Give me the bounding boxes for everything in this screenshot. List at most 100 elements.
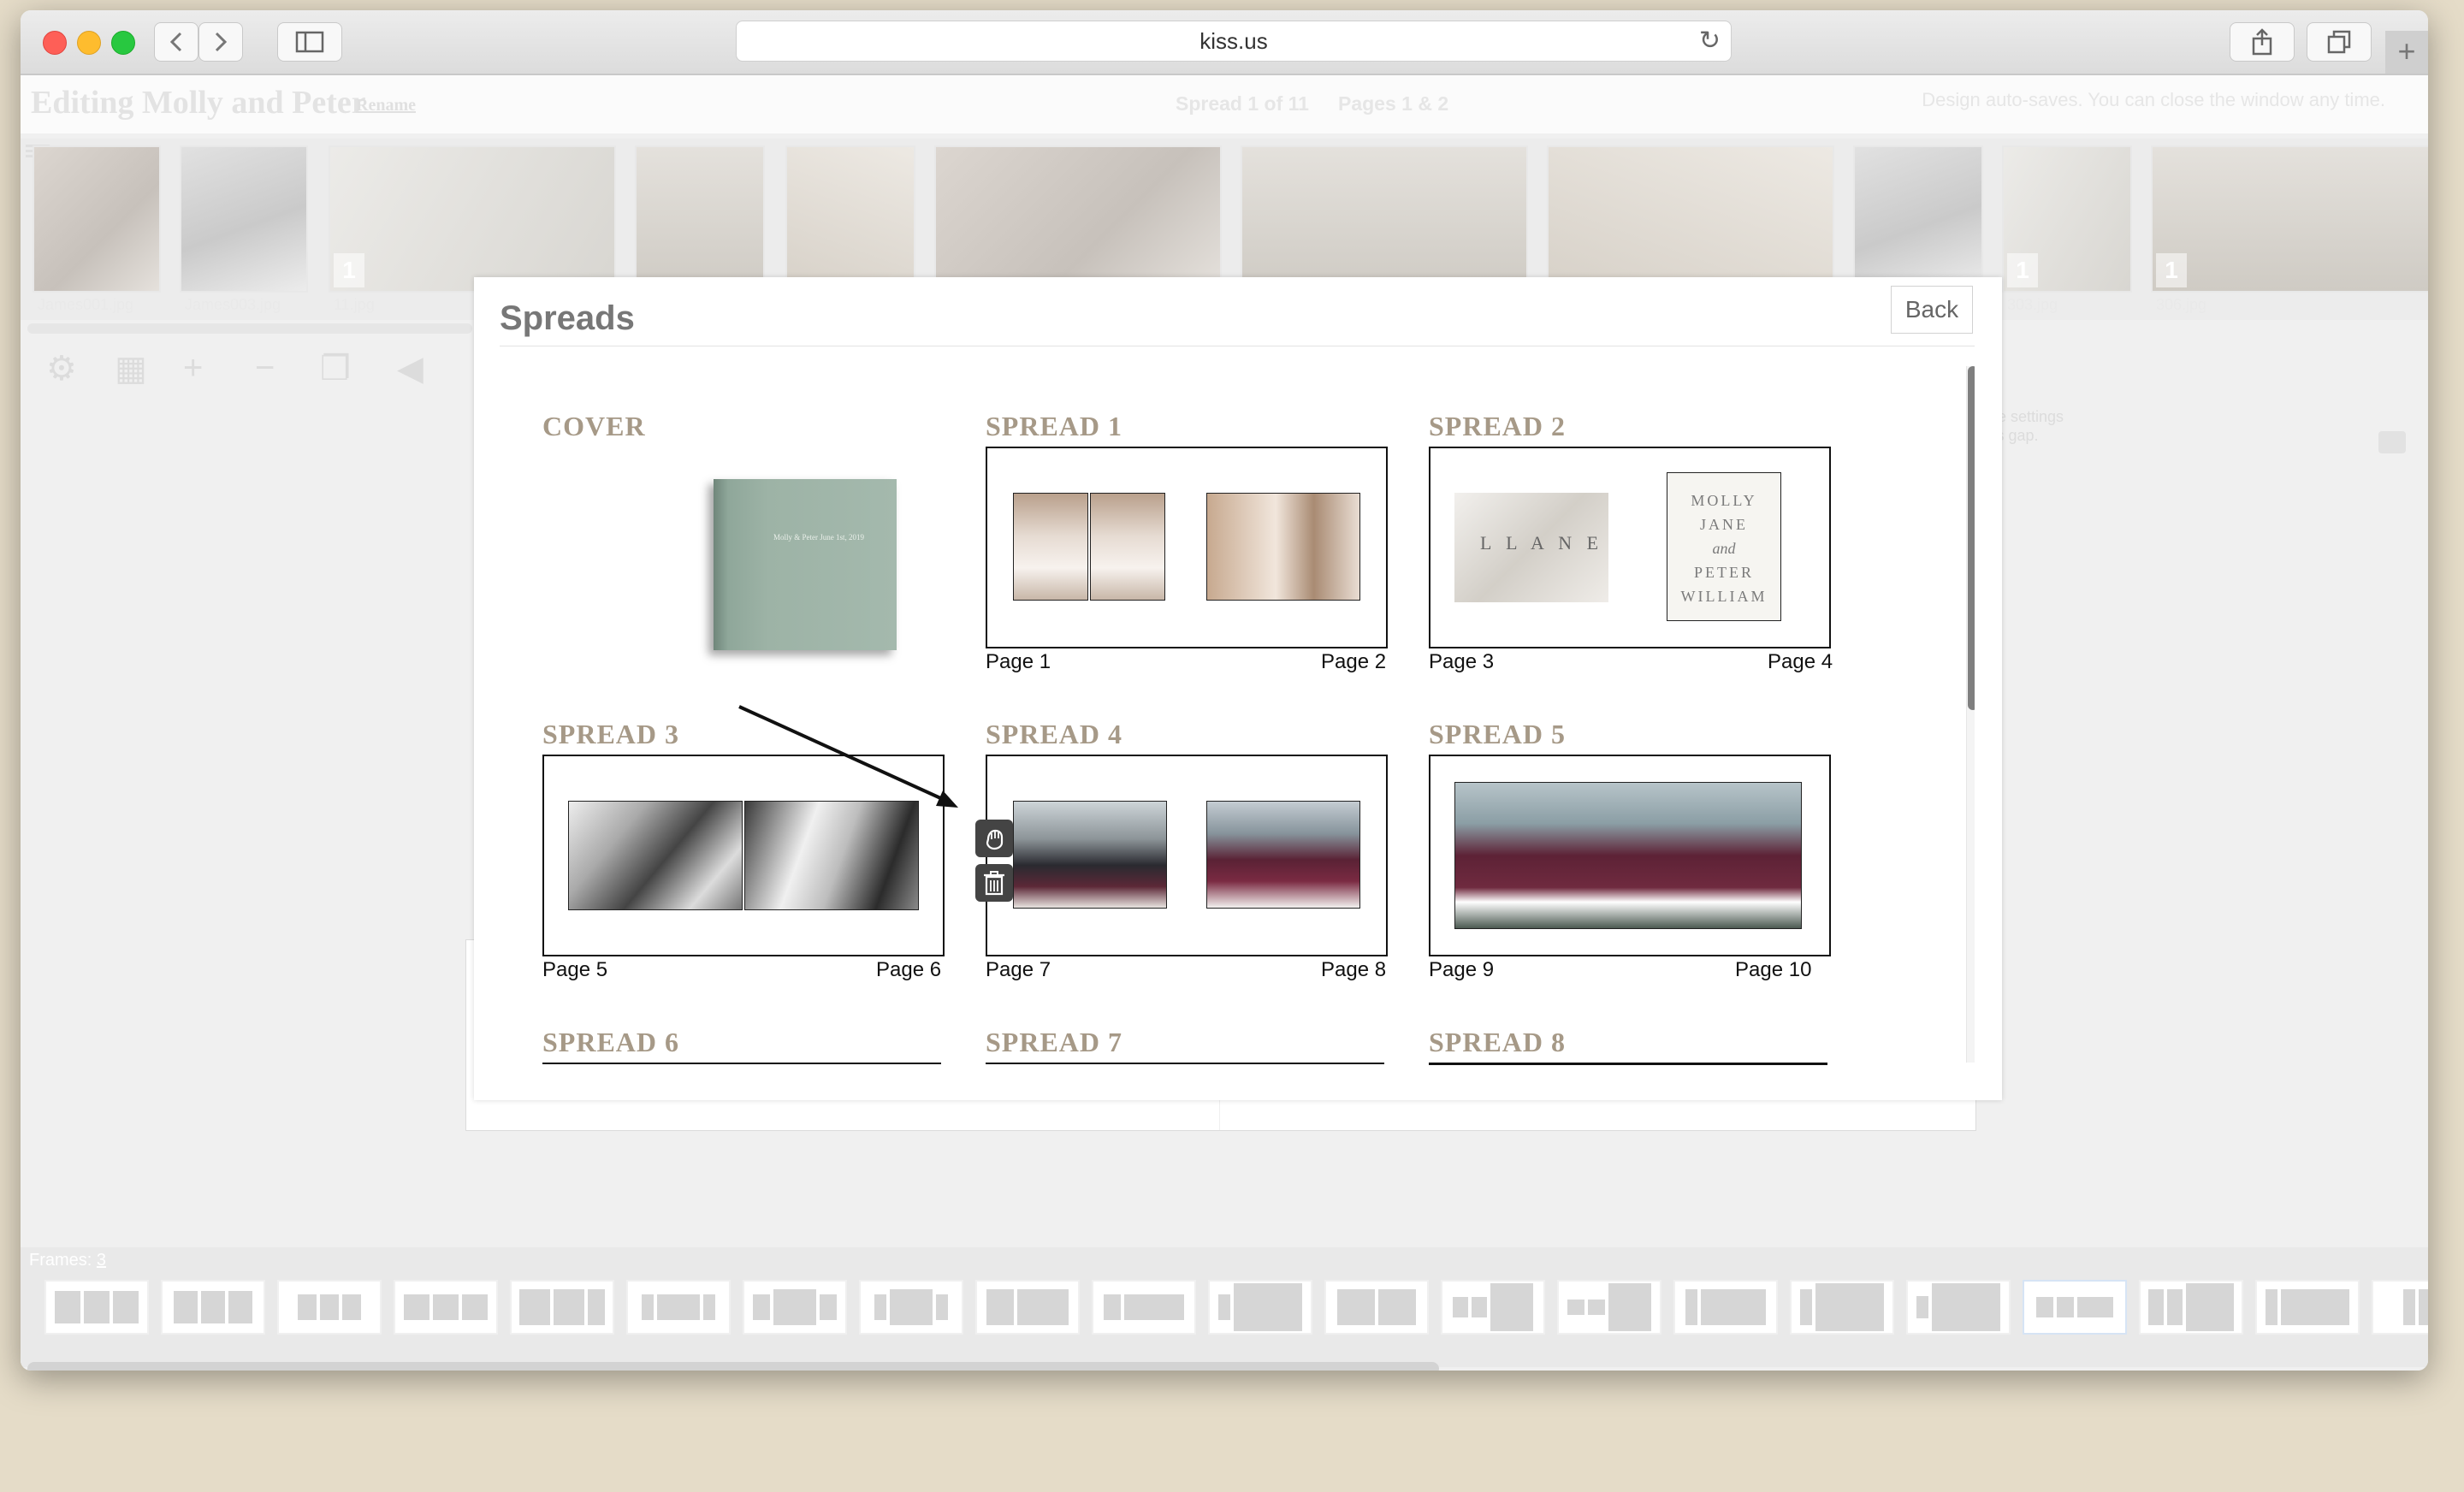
spread-3-thumbnail[interactable] — [542, 755, 945, 956]
frames-label-text: Frames: — [29, 1251, 92, 1270]
address-bar[interactable]: kiss.us ↻ — [736, 21, 1732, 62]
layout-tile[interactable] — [1557, 1280, 1661, 1335]
photo-thumb[interactable] — [1547, 145, 1834, 293]
layout-tile[interactable] — [1673, 1280, 1778, 1335]
photo-thumb[interactable] — [635, 145, 765, 293]
layout-tile[interactable] — [1906, 1280, 2011, 1335]
photo-thumb[interactable]: 1 — [2002, 145, 2132, 293]
layout-tile[interactable] — [161, 1280, 265, 1335]
url-text: kiss.us — [1199, 28, 1268, 54]
layout-tile[interactable] — [394, 1280, 498, 1335]
copy-icon[interactable]: ❐ — [320, 349, 351, 388]
photo-thumb[interactable] — [785, 145, 915, 293]
frames-count[interactable]: 3 — [97, 1251, 106, 1270]
layout-tile[interactable] — [975, 1280, 1080, 1335]
photo-thumb[interactable]: 1 — [2151, 145, 2428, 293]
frames-label: Frames: 3 — [29, 1251, 106, 1270]
triangle-left-icon[interactable]: ◀ — [397, 349, 424, 388]
cover-title: COVER — [542, 411, 646, 441]
rename-link[interactable]: Rename — [356, 96, 416, 115]
album-cover[interactable]: Molly & Peter June 1st, 2019 — [714, 479, 897, 650]
delete-spread-button[interactable] — [975, 864, 1013, 902]
tabs-overview-button[interactable] — [2307, 22, 2372, 62]
spread-title: SPREAD 2 — [1429, 411, 1567, 441]
layout-tile[interactable] — [2255, 1280, 2360, 1335]
browser-toolbar: kiss.us ↻ + — [21, 10, 2428, 75]
sidebar-toggle-button[interactable] — [277, 22, 342, 62]
invite-line: JANE — [1700, 516, 1748, 533]
layout-tile[interactable] — [2139, 1280, 2243, 1335]
grid-icon[interactable]: ▦ — [115, 349, 147, 388]
spread-photo — [1206, 801, 1360, 909]
page-label-left: Page 1 — [986, 650, 1051, 673]
layout-tile[interactable] — [510, 1280, 614, 1335]
back-nav-button[interactable] — [154, 22, 198, 62]
layout-tile[interactable] — [1324, 1280, 1429, 1335]
photo-thumb[interactable] — [934, 145, 1222, 293]
photo-thumb[interactable] — [33, 145, 161, 293]
forward-nav-button[interactable] — [198, 22, 243, 62]
usage-badge: 1 — [2156, 253, 2187, 287]
layout-tile-selected[interactable] — [2023, 1280, 2127, 1335]
page-label-right: Page 8 — [1321, 958, 1387, 981]
spread-2-thumbnail[interactable]: L L A N E MOLLY JANE and PETER WILLIAM — [1429, 447, 1831, 648]
page-label-left: Page 9 — [1429, 958, 1495, 981]
back-button[interactable]: Back — [1891, 286, 1973, 334]
spreads-grid: COVER Molly & Peter June 1st, 2019 SPREA… — [500, 363, 1975, 1066]
usage-badge: 1 — [334, 253, 364, 287]
layout-tile[interactable] — [1208, 1280, 1312, 1335]
spread-title: SPREAD 8 — [1429, 1027, 1567, 1057]
share-button[interactable] — [2230, 22, 2295, 62]
trash-icon — [984, 871, 1004, 896]
photo-thumb[interactable] — [1241, 145, 1528, 293]
close-window-button[interactable] — [43, 31, 67, 55]
layout-tile[interactable] — [277, 1280, 382, 1335]
photo-thumb-label: James003.jpg — [185, 296, 281, 313]
layout-tile[interactable] — [743, 1280, 847, 1335]
rings-photo: L L A N E — [1454, 493, 1608, 602]
reload-icon[interactable]: ↻ — [1699, 21, 1721, 61]
layout-tile[interactable] — [1790, 1280, 1894, 1335]
spread-1-thumbnail[interactable] — [986, 447, 1388, 648]
minimize-window-button[interactable] — [77, 31, 101, 55]
gear-icon[interactable]: ⚙ — [46, 349, 77, 388]
page-label-right: Page 6 — [876, 958, 942, 981]
browser-window: kiss.us ↻ + Editing Molly and Peter Rena… — [21, 10, 2428, 1371]
zoom-window-button[interactable] — [111, 31, 135, 55]
minus-icon[interactable]: − — [255, 349, 275, 388]
spread-title: SPREAD 5 — [1429, 719, 1567, 749]
photo-thumb[interactable]: 1 — [329, 145, 616, 293]
new-tab-button[interactable]: + — [2385, 31, 2428, 74]
spread-title: SPREAD 1 — [986, 411, 1123, 441]
page-label-left: Page 5 — [542, 958, 608, 981]
editor-toolbar: ⚙ ▦ + − ❐ ◀ — [21, 340, 448, 400]
photo-strip-scrollbar[interactable] — [27, 323, 472, 334]
invite-line: PETER — [1693, 564, 1754, 581]
invite-line: WILLIAM — [1680, 588, 1768, 605]
layout-tile[interactable] — [626, 1280, 731, 1335]
photo-thumb[interactable] — [180, 145, 308, 293]
sidebar-icon — [295, 31, 324, 53]
invitation-photo: MOLLY JANE and PETER WILLIAM — [1667, 472, 1781, 621]
spread-8-thumbnail[interactable] — [1429, 1063, 1827, 1066]
spread-hover-tools — [975, 820, 1013, 909]
spread-5-thumbnail[interactable] — [1429, 755, 1831, 956]
layout-tile[interactable] — [859, 1280, 963, 1335]
comment-icon[interactable] — [2378, 431, 2406, 453]
plus-icon[interactable]: + — [183, 349, 203, 388]
layout-tile[interactable] — [1092, 1280, 1196, 1335]
album-editor: Editing Molly and Peter Rename Spread 1 … — [21, 75, 2428, 1371]
layout-tile[interactable] — [1441, 1280, 1545, 1335]
spread-title: SPREAD 6 — [542, 1027, 680, 1057]
drag-handle-button[interactable] — [975, 820, 1013, 857]
spread-6-thumbnail[interactable] — [542, 1063, 941, 1066]
dialog-scrollbar[interactable] — [1968, 366, 1975, 710]
photo-thumb[interactable] — [1853, 145, 1983, 293]
page-label-right: Page 10 — [1735, 958, 1812, 981]
photo-thumb-label: James001.jpg — [38, 296, 134, 313]
spread-7-thumbnail[interactable] — [986, 1063, 1384, 1066]
layout-tile[interactable] — [44, 1280, 149, 1335]
frames-scrollbar[interactable] — [27, 1362, 1439, 1371]
spread-4-thumbnail[interactable] — [986, 755, 1388, 956]
layout-tile[interactable] — [2372, 1280, 2428, 1335]
